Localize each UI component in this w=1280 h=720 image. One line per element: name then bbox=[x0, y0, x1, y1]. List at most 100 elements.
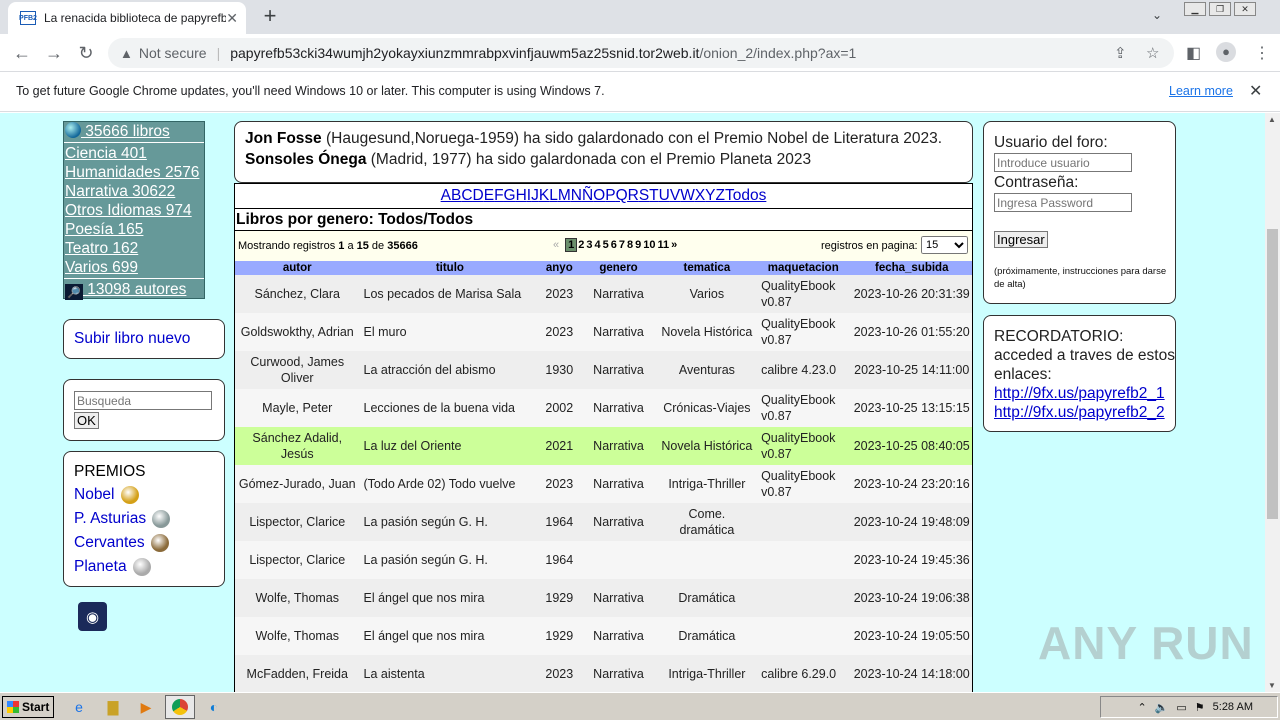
letter-link[interactable]: Ñ bbox=[582, 187, 593, 204]
search-input[interactable] bbox=[74, 391, 212, 410]
prev-page-link[interactable]: « bbox=[553, 239, 559, 251]
award-link[interactable]: Planeta bbox=[74, 555, 224, 579]
award-link[interactable]: Nobel bbox=[74, 483, 224, 507]
page-link[interactable]: 4 bbox=[595, 239, 601, 251]
infobar-close-icon[interactable]: ✕ bbox=[1249, 81, 1262, 101]
reload-icon[interactable]: ↻ bbox=[76, 43, 96, 64]
letter-link[interactable]: N bbox=[571, 187, 582, 204]
explorer-folder-icon[interactable]: ▇ bbox=[104, 698, 122, 716]
column-header[interactable]: maquetacion bbox=[755, 261, 852, 275]
page-link[interactable]: 11 bbox=[658, 239, 670, 251]
table-cell-titulo[interactable]: La atracción del abismo bbox=[359, 351, 541, 389]
mirror-link-1[interactable]: http://9fx.us/papyrefb2_1 bbox=[994, 384, 1175, 403]
page-link[interactable]: 6 bbox=[611, 239, 617, 251]
table-cell-titulo[interactable]: Lecciones de la buena vida bbox=[359, 389, 541, 427]
flag-icon[interactable]: ⚑ bbox=[1195, 701, 1205, 714]
table-cell-titulo[interactable]: (Todo Arde 02) Todo vuelve bbox=[359, 465, 541, 503]
table-cell-titulo[interactable]: El muro bbox=[359, 313, 541, 351]
letter-link[interactable]: K bbox=[539, 187, 549, 204]
address-bar[interactable]: ▲ Not secure | papyrefb53cki34wumjh2yoka… bbox=[108, 38, 1174, 68]
table-row[interactable]: Curwood, James Oliver La atracción del ab… bbox=[235, 351, 972, 389]
table-row[interactable]: Sánchez Adalid, Jesús La luz del Oriente 2… bbox=[235, 427, 972, 465]
category-link[interactable]: Narrativa 30622 bbox=[64, 182, 204, 201]
category-link[interactable]: Humanidades 2576 bbox=[64, 163, 204, 182]
profile-avatar-icon[interactable]: ● bbox=[1216, 42, 1236, 62]
side-panel-icon[interactable]: ◧ bbox=[1186, 43, 1201, 63]
award-link[interactable]: Cervantes bbox=[74, 531, 224, 555]
table-cell-titulo[interactable]: La aistenta bbox=[359, 655, 541, 692]
forward-icon[interactable]: → bbox=[44, 43, 64, 64]
close-window-button[interactable]: ✕ bbox=[1234, 2, 1256, 16]
letter-link[interactable]: J bbox=[531, 187, 539, 204]
column-header[interactable]: tematica bbox=[658, 261, 756, 275]
page-link[interactable]: 2 bbox=[578, 239, 584, 251]
password-input[interactable] bbox=[994, 193, 1132, 212]
letter-link[interactable]: W bbox=[680, 187, 695, 204]
letter-link[interactable]: C bbox=[461, 187, 472, 204]
table-row[interactable]: McFadden, Freida La aistenta 2023 Narrativa… bbox=[235, 655, 972, 692]
page-link[interactable]: 8 bbox=[627, 239, 633, 251]
page-scrollbar[interactable]: ▲ ▼ bbox=[1265, 113, 1280, 692]
browser-tab[interactable]: PFB2 La renacida biblioteca de papyrefb2… bbox=[8, 2, 246, 34]
media-player-icon[interactable]: ▶ bbox=[137, 698, 155, 716]
back-icon[interactable]: ← bbox=[12, 43, 32, 64]
ie-icon[interactable]: e bbox=[70, 698, 88, 716]
scroll-down-icon[interactable]: ▼ bbox=[1268, 681, 1276, 690]
category-link[interactable]: Otros Idiomas 974 bbox=[64, 201, 204, 220]
table-cell-titulo[interactable]: El ángel que nos mira bbox=[359, 617, 541, 655]
table-cell-titulo[interactable]: La luz del Oriente bbox=[359, 427, 541, 465]
search-ok-button[interactable]: OK bbox=[74, 412, 99, 429]
new-tab-button[interactable]: + bbox=[258, 3, 282, 28]
award-link[interactable]: P. Asturias bbox=[74, 507, 224, 531]
letter-link[interactable]: B bbox=[451, 187, 461, 204]
table-row[interactable]: Gómez-Jurado, Juan (Todo Arde 02) Todo vu… bbox=[235, 465, 972, 503]
letter-link[interactable]: T bbox=[649, 187, 658, 204]
menu-kebab-icon[interactable]: ⋮ bbox=[1254, 43, 1270, 63]
per-page-select[interactable]: 15 bbox=[921, 236, 968, 254]
table-row[interactable]: Wolfe, Thomas El ángel que nos mira 1929 Na… bbox=[235, 579, 972, 617]
chrome-taskbar-button[interactable] bbox=[165, 695, 195, 719]
column-header[interactable]: autor bbox=[235, 261, 360, 275]
column-header[interactable]: anyo bbox=[540, 261, 579, 275]
letter-link[interactable]: Q bbox=[616, 187, 628, 204]
letter-link[interactable]: R bbox=[628, 187, 639, 204]
table-row[interactable]: Lispector, Clarice La pasión según G. H. 1… bbox=[235, 541, 972, 579]
minimize-button[interactable]: ▁ bbox=[1184, 2, 1206, 16]
start-button[interactable]: Start bbox=[2, 696, 54, 718]
share-icon[interactable]: ⇪ bbox=[1114, 44, 1127, 62]
tray-chevron-icon[interactable]: ⌃ bbox=[1137, 701, 1146, 714]
letter-link[interactable]: M bbox=[558, 187, 571, 204]
learn-more-link[interactable]: Learn more bbox=[1169, 84, 1233, 98]
category-link[interactable]: Poesía 165 bbox=[64, 220, 204, 239]
table-cell-titulo[interactable]: Los pecados de Marisa Sala bbox=[359, 275, 541, 313]
letter-link[interactable]: S bbox=[639, 187, 649, 204]
edge-icon[interactable]: ◐ bbox=[205, 698, 223, 716]
column-header[interactable]: genero bbox=[578, 261, 659, 275]
letter-link[interactable]: Y bbox=[705, 187, 715, 204]
total-books-link[interactable]: 35666 libros bbox=[64, 122, 204, 141]
next-page-link[interactable]: » bbox=[671, 239, 677, 251]
bookmark-star-icon[interactable]: ☆ bbox=[1146, 44, 1159, 62]
letter-link[interactable]: G bbox=[504, 187, 516, 204]
letter-link[interactable]: F bbox=[494, 187, 503, 204]
upload-book-link[interactable]: Subir libro nuevo bbox=[63, 319, 225, 359]
login-button[interactable]: Ingresar bbox=[994, 231, 1048, 248]
category-link[interactable]: Teatro 162 bbox=[64, 239, 204, 258]
letter-link[interactable]: X bbox=[695, 187, 705, 204]
page-link[interactable]: 10 bbox=[643, 239, 655, 251]
scroll-thumb[interactable] bbox=[1267, 229, 1278, 519]
page-link[interactable]: 9 bbox=[635, 239, 641, 251]
table-row[interactable]: Lispector, Clarice La pasión según G. H. 1… bbox=[235, 503, 972, 541]
current-page[interactable]: 1 bbox=[565, 238, 578, 252]
volume-icon[interactable]: 🔈 bbox=[1155, 701, 1169, 714]
letter-link[interactable]: A bbox=[441, 187, 451, 204]
page-link[interactable]: 7 bbox=[619, 239, 625, 251]
mirror-link-2[interactable]: http://9fx.us/papyrefb2_2 bbox=[994, 403, 1175, 422]
letter-link[interactable]: P bbox=[605, 187, 615, 204]
letter-link[interactable]: U bbox=[659, 187, 670, 204]
username-input[interactable] bbox=[994, 153, 1132, 172]
scroll-up-icon[interactable]: ▲ bbox=[1268, 115, 1276, 124]
letter-link[interactable]: H bbox=[516, 187, 527, 204]
table-row[interactable]: Sánchez, Clara Los pecados de Marisa Sala… bbox=[235, 275, 972, 313]
page-link[interactable]: 5 bbox=[603, 239, 609, 251]
